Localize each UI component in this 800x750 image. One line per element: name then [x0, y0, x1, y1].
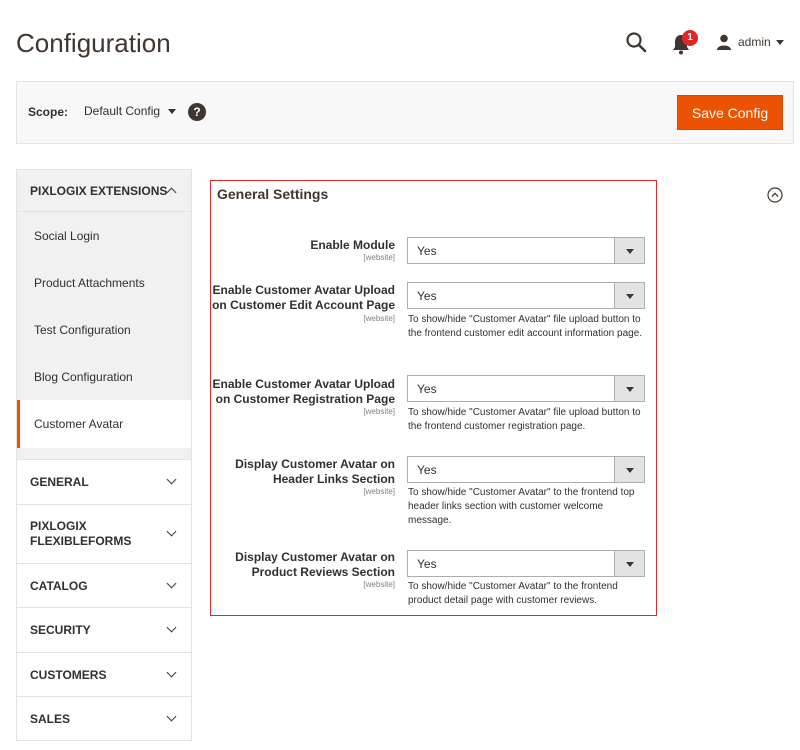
- user-icon: [717, 34, 731, 50]
- sidebar-item-customer-avatar[interactable]: Customer Avatar: [17, 400, 191, 448]
- field-note: To show/hide "Customer Avatar" to the fr…: [408, 581, 618, 606]
- field-scope-tag: [website]: [363, 580, 395, 589]
- field-scope-tag: [website]: [363, 314, 395, 323]
- select-value: Yes: [417, 556, 437, 571]
- sidebar-item-social-login[interactable]: Social Login: [17, 212, 191, 259]
- field-label-avatar-edit-account: Enable Customer Avatar Upload on Custome…: [212, 283, 395, 312]
- field-label-avatar-registration: Enable Customer Avatar Upload on Custome…: [212, 377, 395, 406]
- help-icon[interactable]: ?: [188, 103, 206, 121]
- sidebar-section-label: SECURITY: [30, 623, 91, 637]
- chevron-down-icon: [166, 526, 177, 537]
- caret-down-icon: [168, 108, 177, 114]
- select-value: Yes: [417, 462, 437, 477]
- sidebar-item-test-configuration[interactable]: Test Configuration: [17, 306, 191, 353]
- field-scope-tag: [website]: [363, 487, 395, 496]
- sidebar-item-product-attachments[interactable]: Product Attachments: [17, 259, 191, 306]
- chevron-down-icon: [775, 39, 784, 45]
- save-config-button[interactable]: Save Config: [677, 95, 783, 130]
- field-label-avatar-product-reviews: Display Customer Avatar on Product Revie…: [235, 550, 395, 579]
- sidebar-section-label: PIXLOGIX FLEXIBLEFORMS: [30, 519, 132, 548]
- select-arrow-icon: [614, 283, 644, 308]
- chevron-down-icon: [166, 667, 177, 677]
- collapse-circle-icon[interactable]: [767, 187, 783, 203]
- section-title[interactable]: General Settings: [217, 186, 328, 202]
- user-menu[interactable]: admin: [716, 32, 784, 52]
- field-note: To show/hide "Customer Avatar" file uplo…: [408, 407, 641, 432]
- select-arrow-icon: [614, 238, 644, 263]
- sidebar-section-sales[interactable]: SALES: [16, 697, 192, 741]
- sidebar-section-label: CUSTOMERS: [30, 667, 107, 682]
- field-label-enable-module: Enable Module: [310, 238, 395, 252]
- sidebar-submenu: Social Login Product Attachments Test Co…: [16, 212, 192, 448]
- page-title: Configuration: [16, 28, 171, 58]
- select-value: Yes: [417, 381, 437, 396]
- field-scope-tag: [website]: [363, 253, 395, 262]
- avatar-header-links-select[interactable]: Yes: [407, 456, 645, 483]
- config-sidebar: PIXLOGIX EXTENSIONS Social Login Product…: [16, 169, 192, 741]
- sidebar-item-blog-configuration[interactable]: Blog Configuration: [17, 353, 191, 400]
- sidebar-section-customers[interactable]: CUSTOMERS: [16, 653, 192, 697]
- select-value: Yes: [417, 288, 437, 303]
- scope-switcher[interactable]: Default Config: [84, 104, 177, 118]
- field-note: To show/hide "Customer Avatar" file uplo…: [408, 314, 643, 339]
- select-arrow-icon: [614, 551, 644, 576]
- field-label-avatar-header-links: Display Customer Avatar on Header Links …: [235, 457, 395, 486]
- select-arrow-icon: [614, 376, 644, 401]
- scope-label: Scope:: [28, 105, 69, 119]
- sidebar-section-pixlogix-flexibleforms[interactable]: PIXLOGIX FLEXIBLEFORMS: [16, 505, 192, 564]
- sidebar-section-label: SALES: [30, 711, 71, 726]
- field-scope-tag: [website]: [363, 407, 395, 416]
- scope-value: Default Config: [84, 104, 161, 118]
- sidebar-group-pixlogix-extensions[interactable]: PIXLOGIX EXTENSIONS: [16, 169, 192, 212]
- notification-count-badge: 1: [682, 30, 698, 46]
- chevron-down-icon: [166, 711, 177, 721]
- sidebar-divider: [16, 448, 192, 460]
- sidebar-group-label: PIXLOGIX EXTENSIONS: [30, 183, 168, 198]
- chevron-down-icon: [166, 474, 177, 485]
- chevron-down-icon: [166, 622, 177, 633]
- avatar-registration-select[interactable]: Yes: [407, 375, 645, 402]
- sidebar-section-label: CATALOG: [30, 578, 88, 593]
- avatar-edit-account-select[interactable]: Yes: [407, 282, 645, 309]
- enable-module-select[interactable]: Yes: [407, 237, 645, 264]
- field-note: To show/hide "Customer Avatar" to the fr…: [408, 487, 635, 526]
- user-name: admin: [738, 35, 771, 49]
- chevron-up-icon: [166, 187, 177, 197]
- sidebar-section-label: GENERAL: [30, 475, 89, 489]
- notifications-button[interactable]: 1: [668, 30, 698, 56]
- select-arrow-icon: [614, 457, 644, 482]
- sidebar-section-general[interactable]: GENERAL: [16, 460, 192, 505]
- search-icon[interactable]: [624, 30, 648, 54]
- chevron-down-icon: [166, 578, 177, 588]
- sidebar-section-security[interactable]: SECURITY: [16, 608, 192, 653]
- select-value: Yes: [417, 243, 437, 258]
- sidebar-section-catalog[interactable]: CATALOG: [16, 564, 192, 608]
- avatar-product-reviews-select[interactable]: Yes: [407, 550, 645, 577]
